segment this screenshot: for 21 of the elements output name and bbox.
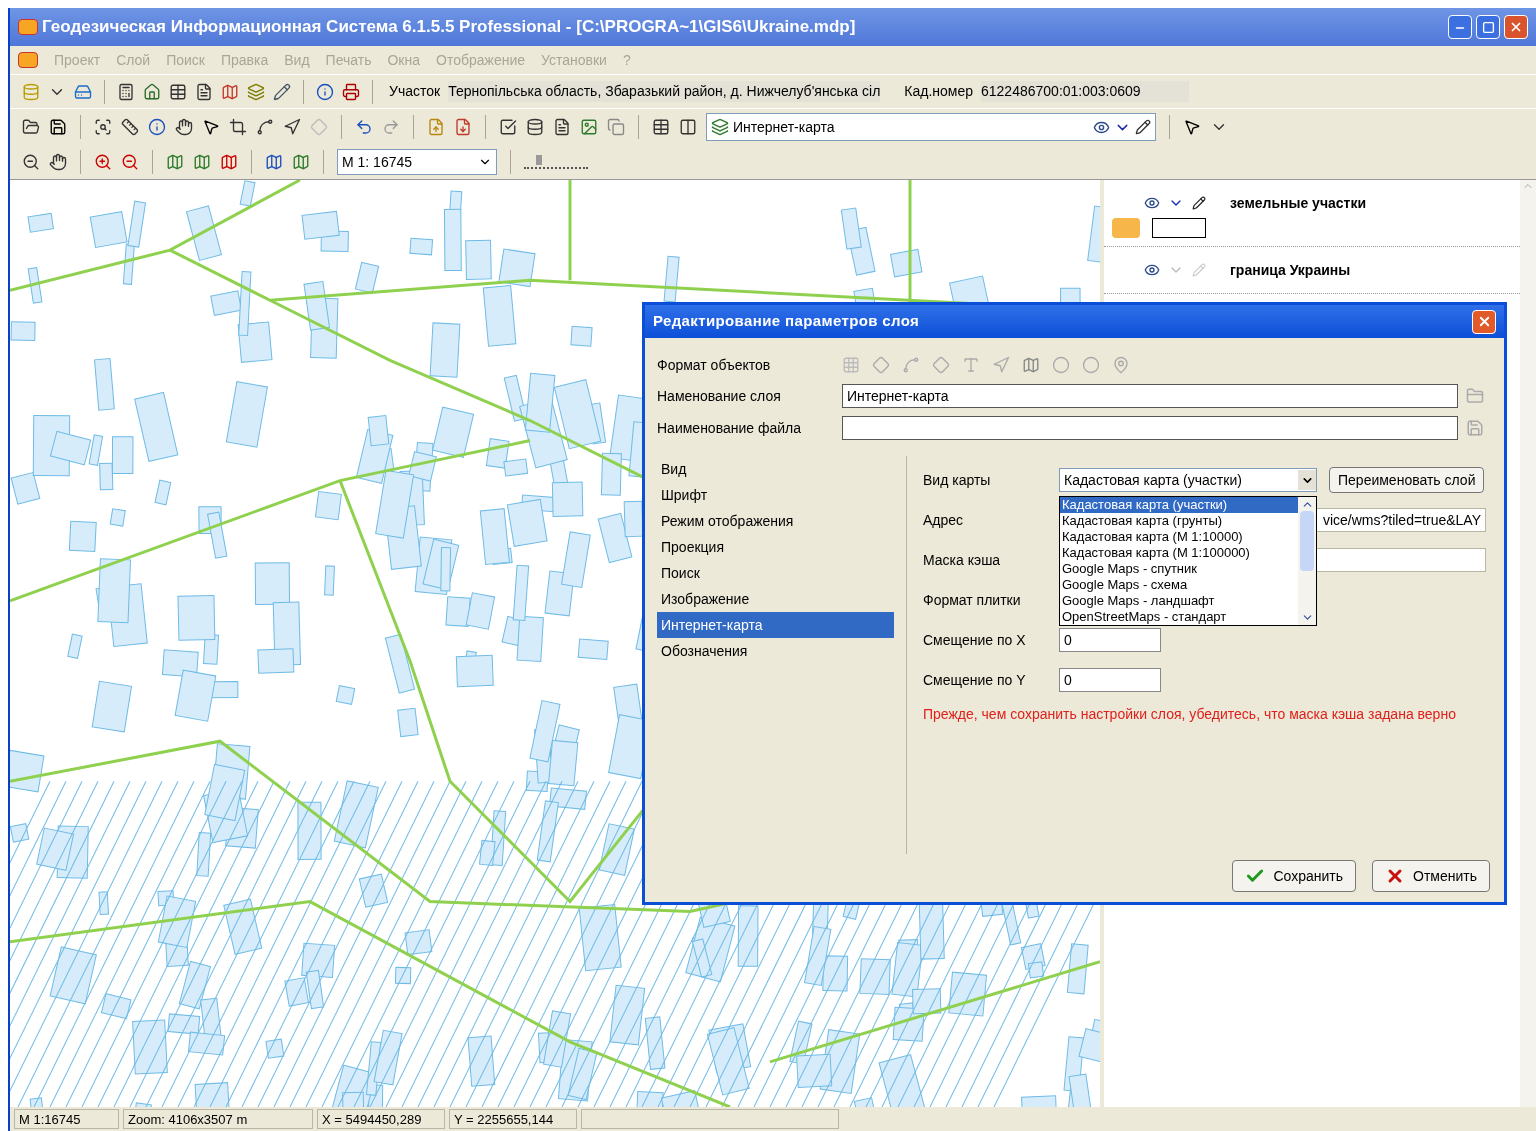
dialog-title: Редактирование параметров слоя <box>653 311 921 332</box>
info-value: 6122486700:01:003:0609 <box>981 81 1189 102</box>
info-label: Участок <box>389 82 441 101</box>
field-label: Наименование файла <box>657 418 803 438</box>
status-field: М 1:16745 <box>14 1109 119 1129</box>
field-label: Формат объектов <box>657 355 772 375</box>
field-label: Смещение по X <box>923 630 1027 650</box>
info-value: Тернопільська область, Збаразький район, д. Нижчелуб'янська сіл <box>448 81 881 102</box>
field-label: Адрес <box>923 510 965 530</box>
status-field: Y = 2255655,144 <box>449 1109 577 1129</box>
field-label: Вид карты <box>923 470 992 490</box>
warning-text: Прежде, чем сохранить настройки слоя, убедитесь, что маска кэша задана верно <box>923 705 1457 724</box>
layer-name: Интернет-карта <box>733 117 836 137</box>
field-label: Наменование слоя <box>657 386 782 406</box>
field-label: Смещение по Y <box>923 670 1027 690</box>
status-field: X = 5494450,289 <box>317 1109 445 1129</box>
window-title: Геодезическая Информационная Система 6.1.5.5 Professional - [C:\PROGRA~1\GIS6\Ukraine.mdp] <box>42 16 857 39</box>
status-field: Zoom: 4106x3507 m <box>123 1109 313 1129</box>
info-label: Кад.номер <box>904 82 973 101</box>
field-label: Формат плитки <box>923 590 1022 610</box>
field-label: Маска кэша <box>923 550 1002 570</box>
